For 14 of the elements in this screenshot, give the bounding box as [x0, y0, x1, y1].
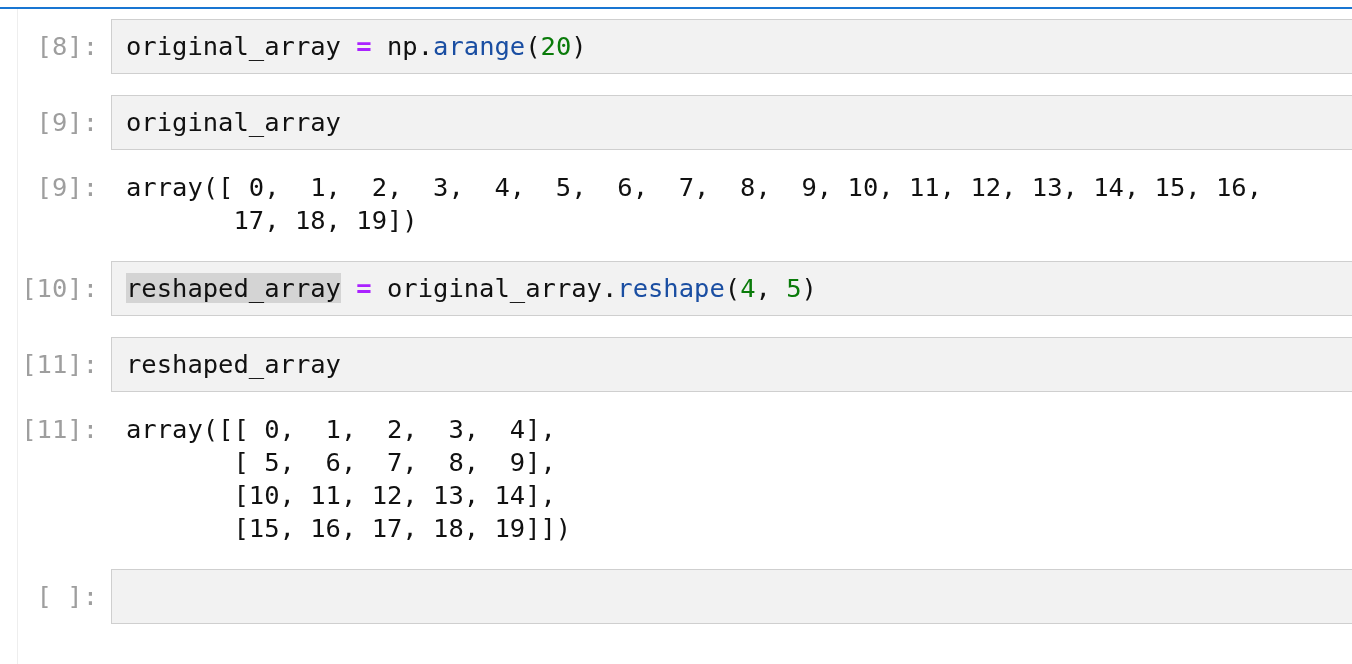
execution-count: [10]:	[20, 272, 98, 305]
execution-count: [11]:	[20, 413, 98, 446]
execution-count: [9]:	[35, 106, 98, 139]
code-input-cell[interactable]: reshaped_array = original_array.reshape(4, 5)	[111, 261, 1352, 316]
code-input-cell[interactable]: original_array = np.arange(20)	[111, 19, 1352, 74]
code-input-cell[interactable]: reshaped_array	[111, 337, 1352, 392]
execution-count: [9]:	[35, 171, 98, 204]
execution-count: [11]:	[20, 348, 98, 381]
execution-count: [8]:	[35, 30, 98, 63]
code-input-cell[interactable]	[111, 569, 1352, 624]
execution-count: [ ]:	[35, 580, 98, 613]
cell-output: array([ 0, 1, 2, 3, 4, 5, 6, 7, 8, 9, 10, 11, 12, 13, 14, 15, 16, 17, 18, 19])	[125, 171, 1264, 237]
code-input-cell[interactable]: original_array	[111, 95, 1352, 150]
cell-output: array([[ 0, 1, 2, 3, 4], [ 5, 6, 7, 8, 9], [10, 11, 12, 13, 14], [15, 16, 17, 18, 19]])	[125, 413, 573, 545]
